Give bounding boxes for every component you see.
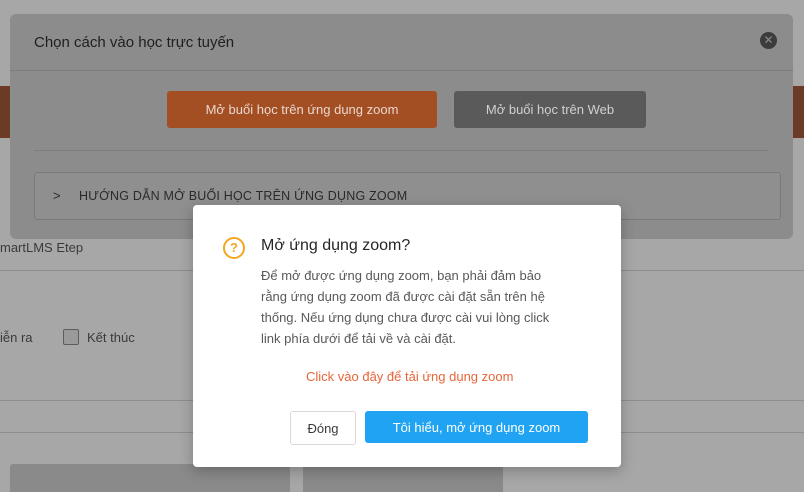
question-circle-icon: ? — [223, 237, 245, 259]
dialog-header: Chọn cách vào học trực tuyến ✕ — [10, 14, 793, 71]
chevron-right-icon: > — [53, 188, 61, 203]
background-site-label: martLMS Etep — [0, 240, 84, 255]
zoom-guide-label: HƯỚNG DẪN MỞ BUỔI HỌC TRÊN ỨNG DỤNG ZOOM — [79, 189, 408, 203]
confirm-open-zoom-button[interactable]: Tôi hiểu, mở ứng dụng zoom — [365, 411, 588, 443]
open-in-web-button[interactable]: Mở buổi học trên Web — [454, 91, 646, 128]
dialog-divider — [34, 150, 769, 151]
dialog-title: Chọn cách vào học trực tuyến — [34, 34, 235, 51]
close-button[interactable]: Đóng — [290, 411, 356, 445]
finished-checkbox[interactable] — [63, 329, 79, 345]
background-panel — [10, 464, 290, 492]
open-in-zoom-button[interactable]: Mở buổi học trên ứng dụng zoom — [167, 91, 437, 128]
close-icon[interactable]: ✕ — [760, 32, 777, 49]
finished-checkbox-label: Kết thúc — [87, 330, 135, 345]
confirm-message: Để mở được ứng dụng zoom, bạn phải đảm b… — [261, 268, 550, 346]
open-zoom-confirm-dialog: ? Mở ứng dụng zoom? Để mở được ứng dụng … — [193, 205, 621, 467]
background-filter-label: iễn ra — [0, 330, 33, 345]
background-panel — [303, 464, 503, 492]
confirm-title: Mở ứng dụng zoom? — [261, 237, 411, 254]
download-zoom-link[interactable]: Click vào đây để tải ứng dụng zoom — [306, 369, 513, 384]
